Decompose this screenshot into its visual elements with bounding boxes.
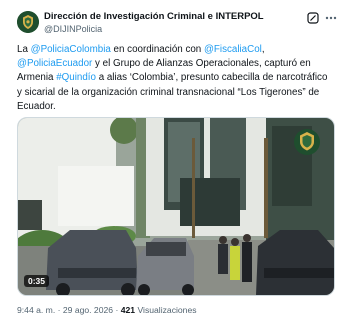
tweet-text: La @PoliciaColombia en coordinación con … (17, 43, 333, 114)
meta-separator: · (115, 305, 119, 315)
video-player[interactable]: 0:35 (17, 117, 335, 296)
hashtag-link[interactable]: #Quindío (56, 72, 96, 83)
tweet-date[interactable]: 29 ago. 2026 (63, 305, 113, 315)
mention-link[interactable]: @PoliciaEcuador (17, 58, 92, 69)
mention-link[interactable]: @FiscaliaCol (204, 44, 262, 55)
tweet-card: Dirección de Investigación Criminal e IN… (0, 0, 350, 326)
author-avatar[interactable] (17, 11, 39, 33)
police-badge-icon (17, 11, 39, 33)
tweet-text-segment: en coordinación con (110, 44, 204, 55)
mention-link[interactable]: @PoliciaColombia (31, 44, 111, 55)
grok-icon[interactable] (307, 12, 319, 24)
tweet-meta: 9:44 a. m. · 29 ago. 2026 · 421 Visualiz… (17, 305, 197, 315)
tweet-text-segment: La (17, 44, 31, 55)
views-label: Visualizaciones (137, 305, 197, 315)
tweet-text-segment: , (261, 44, 265, 55)
more-options-icon[interactable] (324, 11, 338, 25)
meta-separator: · (57, 305, 61, 315)
video-duration: 0:35 (24, 275, 50, 287)
tweet-time[interactable]: 9:44 a. m. (17, 305, 55, 315)
video-thumbnail (18, 118, 334, 295)
author-handle[interactable]: @DIJINPolicia (44, 24, 102, 34)
views-count: 421 (120, 305, 136, 315)
author-name[interactable]: Dirección de Investigación Criminal e IN… (44, 11, 264, 22)
